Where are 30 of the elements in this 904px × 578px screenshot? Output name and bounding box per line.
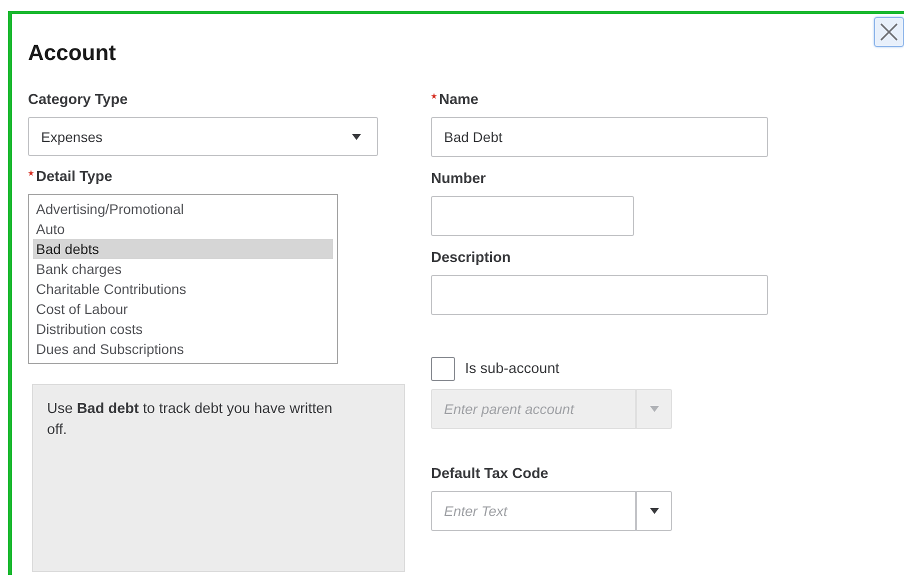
field-label: Category Type — [28, 92, 128, 108]
checkbox[interactable] — [431, 357, 455, 381]
list-item[interactable]: Dues and Subscriptions — [33, 339, 333, 359]
caret-icon — [352, 134, 361, 140]
field-label: Description — [431, 250, 511, 266]
dropdown-button[interactable] — [636, 389, 672, 429]
name-field[interactable]: Bad Debt — [431, 117, 768, 157]
list-item[interactable]: Bad debts — [33, 239, 333, 259]
number-field[interactable] — [431, 196, 634, 236]
list-item[interactable]: Advertising/Promotional — [33, 199, 333, 219]
category-type-select[interactable]: Expenses — [28, 117, 378, 156]
checkbox-label: Is sub-account — [465, 361, 560, 377]
field-label: Number — [431, 171, 486, 187]
list-item[interactable]: Distribution costs — [33, 319, 333, 339]
list-item[interactable]: Bank charges — [33, 259, 333, 279]
list-item[interactable]: Cost of Labour — [33, 299, 333, 319]
tax-code-field[interactable]: Enter Text — [431, 491, 636, 531]
field-label: Detail Type — [36, 169, 112, 185]
caret-icon — [650, 508, 658, 514]
dialog-title: Account — [28, 40, 116, 67]
field-label: Default Tax Code — [431, 466, 548, 482]
description-field[interactable] — [431, 275, 768, 315]
close-button[interactable] — [874, 17, 904, 47]
field-label: Name — [439, 92, 478, 108]
dropdown-button[interactable] — [636, 491, 672, 531]
close-icon — [879, 22, 899, 42]
list-item[interactable]: Auto — [33, 219, 333, 239]
help-text: Use Bad debt to track debt you have written off. — [32, 384, 405, 572]
caret-icon — [650, 406, 658, 412]
list-item[interactable]: Charitable Contributions — [33, 279, 333, 299]
